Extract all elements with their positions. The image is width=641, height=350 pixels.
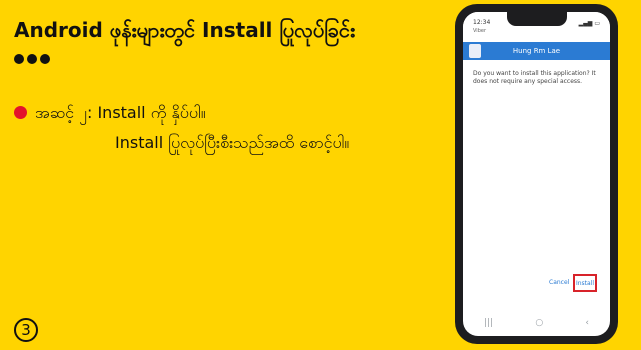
ellipsis-dots bbox=[14, 54, 50, 64]
step-line-1: အဆင့် ၂: Install ကို နှိပ်ပါ။ bbox=[35, 103, 206, 122]
app-name: Hung Rm Lae bbox=[512, 47, 561, 55]
dialog-actions: Cancel Install bbox=[463, 274, 610, 294]
install-button[interactable]: Install bbox=[573, 274, 597, 292]
dot-icon bbox=[40, 54, 50, 64]
step-number-badge: 3 bbox=[14, 318, 38, 342]
install-dialog-message: Do you want to install this application?… bbox=[473, 70, 596, 85]
phone-notch bbox=[507, 12, 567, 26]
phone-mockup: 12:34 Viber ▂▄▆ ▭ Hung Rm Lae Do you wan… bbox=[455, 4, 618, 344]
back-icon[interactable]: ‹ bbox=[585, 318, 589, 328]
signal-battery-icon: ▂▄▆ ▭ bbox=[578, 20, 600, 27]
app-header: Hung Rm Lae bbox=[463, 42, 610, 60]
cancel-button[interactable]: Cancel bbox=[549, 279, 569, 286]
step-text: အဆင့် ၂: Install ကို နှိပ်ပါ။ Install ပြ… bbox=[35, 101, 349, 155]
step-line-2: Install ပြုလုပ်ပြီးစီးသည်အထိ စောင့်ပါ။ bbox=[115, 133, 350, 152]
page-title: Android ဖုန်းများတွင် Install ပြုလုပ်ခြင… bbox=[14, 18, 356, 42]
status-time: 12:34 bbox=[473, 19, 491, 26]
slide: Android ဖုန်းများတွင် Install ပြုလုပ်ခြင… bbox=[0, 0, 641, 350]
bullet-icon bbox=[14, 106, 27, 119]
status-notification: Viber bbox=[473, 28, 487, 34]
recent-apps-icon[interactable]: ||| bbox=[484, 318, 493, 328]
home-icon[interactable]: ○ bbox=[535, 318, 543, 328]
app-logo-icon bbox=[469, 44, 481, 58]
phone-screen: 12:34 Viber ▂▄▆ ▭ Hung Rm Lae Do you wan… bbox=[463, 12, 610, 336]
dot-icon bbox=[27, 54, 37, 64]
step-instruction: အဆင့် ၂: Install ကို နှိပ်ပါ။ Install ပြ… bbox=[14, 101, 349, 155]
navigation-bar: ||| ○ ‹ bbox=[463, 310, 610, 336]
dot-icon bbox=[14, 54, 24, 64]
